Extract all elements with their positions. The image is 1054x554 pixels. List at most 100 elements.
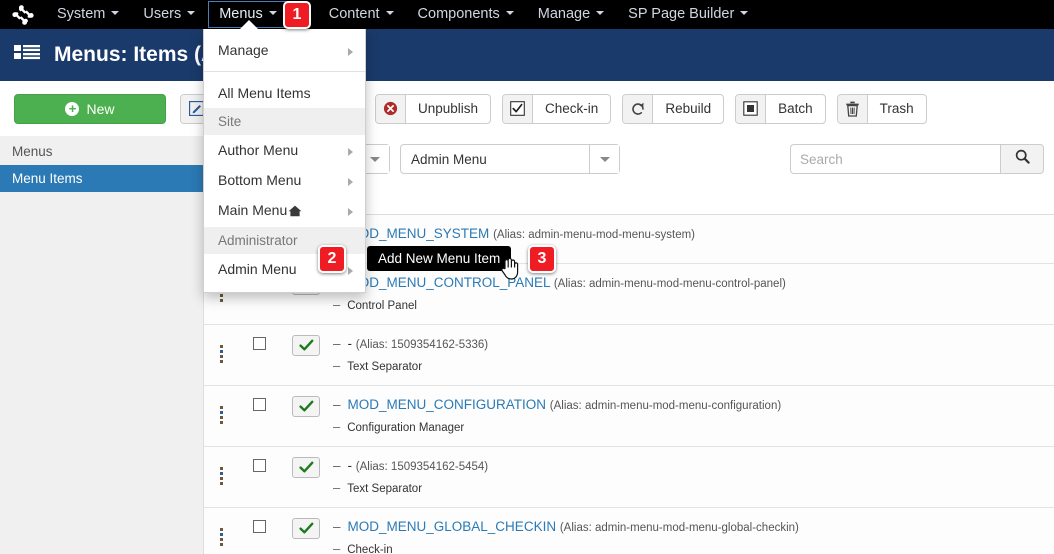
callout-badge-2: 2 <box>318 245 346 273</box>
menu-select[interactable]: Admin Menu <box>400 144 620 174</box>
row-alias: (Alias: 1509354162-5454) <box>356 461 488 473</box>
published-check-icon[interactable] <box>292 518 320 539</box>
trash-button[interactable]: Trash <box>837 94 927 124</box>
row-checkbox[interactable] <box>253 520 266 533</box>
row-handle-cell <box>204 508 238 554</box>
row-status-cell <box>280 386 332 447</box>
dropdown-item-author-menu[interactable]: Author Menu <box>204 135 365 165</box>
nav-item-users[interactable]: Users <box>132 1 206 28</box>
row-checkbox-cell <box>238 508 280 554</box>
plus-circle-icon: + <box>65 102 79 116</box>
dropdown-item-manage[interactable]: Manage <box>204 35 365 65</box>
row-alias: (Alias: admin-menu-mod-menu-control-pane… <box>554 278 786 290</box>
sidebar-group-label: Menus <box>0 136 203 165</box>
indent-dash: – <box>333 297 340 312</box>
joomla-admin-screen: System Users Menus Content Components Ma… <box>0 0 1054 554</box>
pointing-hand-cursor <box>499 256 519 285</box>
rebuild-refresh-icon <box>623 95 653 123</box>
row-title-cell: –- (Alias: 1509354162-5454)–Text Separat… <box>332 447 1054 508</box>
published-check-icon[interactable] <box>292 457 320 478</box>
row-note-text: Text Separator <box>347 483 422 495</box>
row-checkbox[interactable] <box>253 337 266 350</box>
chevron-down-icon <box>506 11 514 15</box>
chevron-right-icon <box>348 148 353 156</box>
dropdown-arrow-icon <box>240 20 258 29</box>
chevron-down-icon <box>589 145 619 173</box>
unpublish-x-circle-icon <box>376 95 406 123</box>
search-input[interactable] <box>790 144 1000 174</box>
indent-dash: – <box>333 419 340 434</box>
dropdown-heading-site: Site <box>204 108 365 135</box>
row-title-cell: –MOD_MENU_CONFIGURATION (Alias: admin-me… <box>332 386 1054 447</box>
row-checkbox-cell <box>238 386 280 447</box>
nav-item-manage[interactable]: Manage <box>527 1 615 28</box>
row-title-text: - <box>348 336 353 351</box>
row-title-cell: –- (Alias: 1509354162-5336) –Text Separat… <box>332 325 1054 386</box>
nav-item-content[interactable]: Content <box>318 1 405 28</box>
nav-item-label: Content <box>329 6 380 22</box>
new-button[interactable]: + New <box>14 94 166 124</box>
row-alias: (Alias: 1509354162-5336) <box>356 339 488 351</box>
column-title[interactable]: Title <box>332 182 1054 215</box>
nav-item-label: System <box>57 6 105 22</box>
row-title-link[interactable]: MOD_MENU_GLOBAL_CHECKIN <box>348 519 557 534</box>
row-status-cell <box>280 508 332 554</box>
row-title-line: –- (Alias: 1509354162-5454) <box>333 457 1042 476</box>
unpublish-button[interactable]: Unpublish <box>375 94 491 124</box>
row-checkbox[interactable] <box>253 398 266 411</box>
row-checkbox-cell <box>238 447 280 508</box>
chevron-down-icon <box>187 11 195 15</box>
row-title-link[interactable]: MOD_MENU_SYSTEM <box>348 226 490 241</box>
row-note-line: –Text Separator <box>333 358 1042 375</box>
drag-handle-icon[interactable] <box>220 403 223 424</box>
row-status-cell <box>280 325 332 386</box>
row-note-text: Configuration Manager <box>347 422 464 434</box>
chevron-down-icon <box>740 11 748 15</box>
nav-item-components[interactable]: Components <box>407 1 525 28</box>
dropdown-item-label: All Menu Items <box>218 85 311 101</box>
checkbox-checked-icon <box>503 95 533 123</box>
nav-item-sp-page-builder[interactable]: SP Page Builder <box>617 1 759 28</box>
row-title-line: –MOD_MENU_CONFIGURATION (Alias: admin-me… <box>333 396 1042 415</box>
search-group <box>790 144 1044 174</box>
published-check-icon[interactable] <box>292 396 320 417</box>
row-alias: (Alias: admin-menu-mod-menu-global-check… <box>560 522 799 534</box>
drag-handle-icon[interactable] <box>220 464 223 485</box>
batch-button[interactable]: Batch <box>735 94 826 124</box>
published-check-icon[interactable] <box>292 335 320 356</box>
search-icon <box>1015 149 1030 169</box>
drag-handle-icon[interactable] <box>220 525 223 546</box>
row-note-text: Check-in <box>347 544 392 554</box>
checkin-button[interactable]: Check-in <box>502 94 611 124</box>
batch-button-label: Batch <box>766 95 825 123</box>
row-title-link[interactable]: MOD_MENU_CONFIGURATION <box>348 397 547 412</box>
dropdown-item-all-menu-items[interactable]: All Menu Items <box>204 78 365 108</box>
new-button-label: New <box>86 101 114 117</box>
row-title-line: –MOD_MENU_GLOBAL_CHECKIN (Alias: admin-m… <box>333 518 1042 537</box>
nav-item-system[interactable]: System <box>46 1 130 28</box>
nav-item-label: SP Page Builder <box>628 6 734 22</box>
menu-select-value: Admin Menu <box>401 152 589 167</box>
row-note-line: –Check-in <box>333 541 1042 554</box>
search-button[interactable] <box>1000 144 1044 174</box>
row-status-cell <box>280 447 332 508</box>
rebuild-button[interactable]: Rebuild <box>622 94 724 124</box>
indent-dash: – <box>333 358 340 373</box>
batch-square-icon <box>736 95 766 123</box>
joomla-logo-icon[interactable] <box>10 5 36 25</box>
row-checkbox[interactable] <box>253 459 266 472</box>
drag-handle-icon[interactable] <box>220 342 223 363</box>
chevron-down-icon <box>386 11 394 15</box>
dropdown-item-bottom-menu[interactable]: Bottom Menu <box>204 165 365 195</box>
callout-badge-1: 1 <box>283 1 311 29</box>
action-toolbar: + New Unpublish <box>0 81 1054 136</box>
row-handle-cell <box>204 386 238 447</box>
dropdown-item-main-menu[interactable]: Main Menu <box>204 195 365 227</box>
row-title-link[interactable]: MOD_MENU_CONTROL_PANEL <box>348 275 551 290</box>
sidebar-item-menu-items[interactable]: Menu Items <box>0 165 203 192</box>
trash-button-label: Trash <box>868 95 926 123</box>
row-handle-cell <box>204 447 238 508</box>
chevron-right-icon <box>348 267 353 275</box>
dropdown-item-label: Bottom Menu <box>218 172 301 188</box>
page-header-bar: Menus: Items (Ad <box>0 29 1054 81</box>
